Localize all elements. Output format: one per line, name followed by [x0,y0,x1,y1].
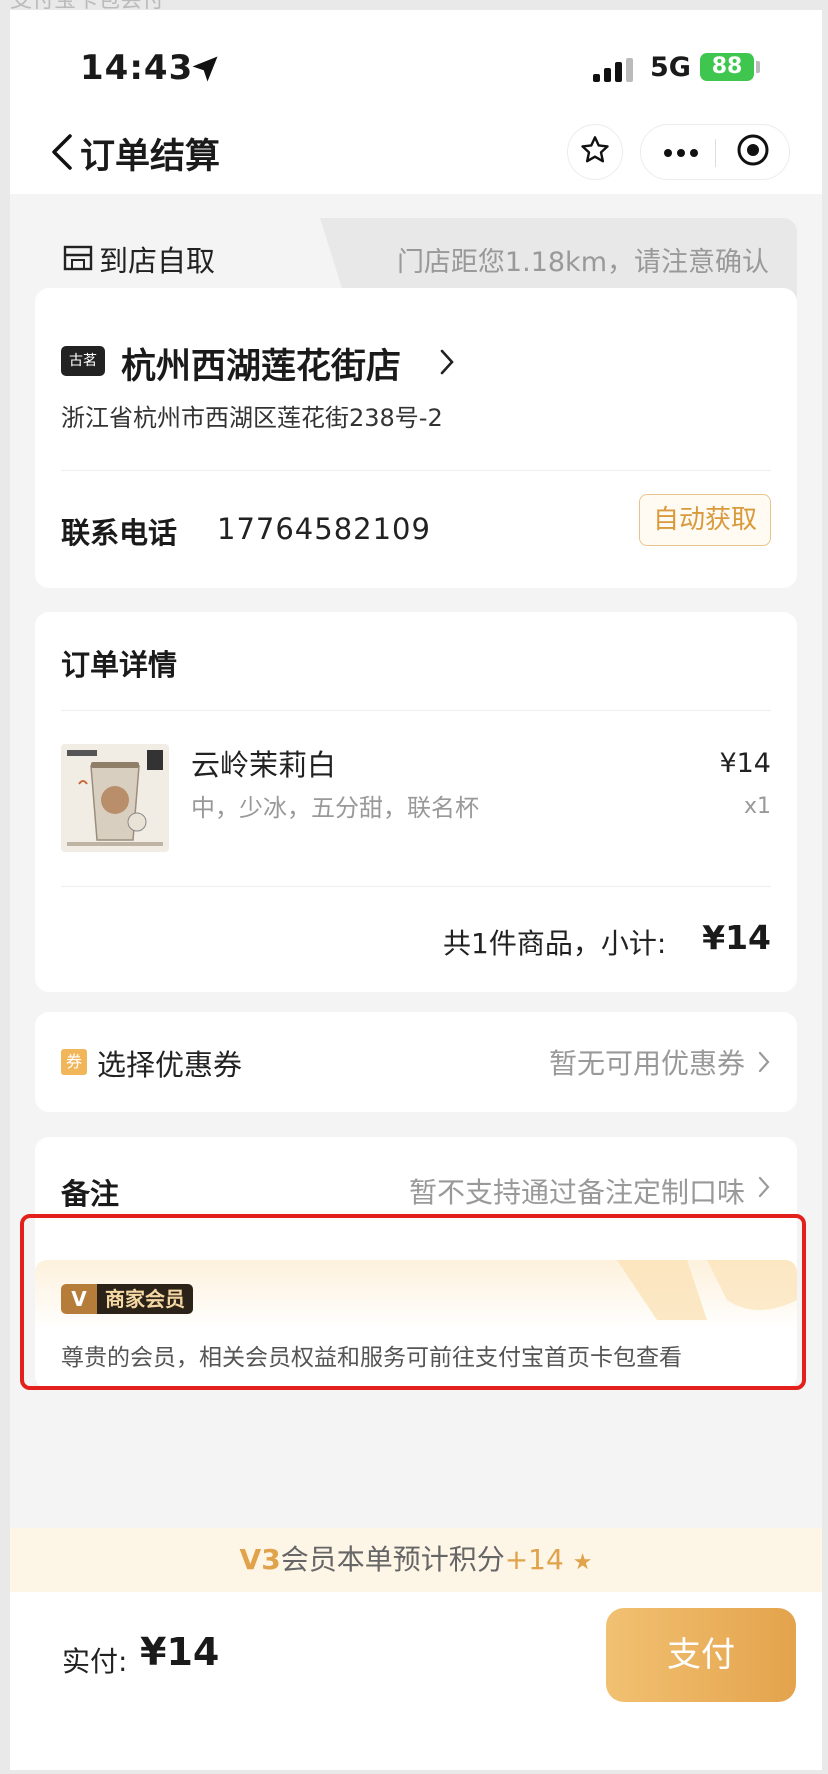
status-time: 14:43 [80,48,194,88]
page-title: 订单结算 [80,137,221,177]
coupon-icon: 券 [61,1049,87,1075]
divider [61,470,771,471]
store-icon [63,244,93,276]
pickup-label: 到店自取 [99,244,216,278]
store-card: 古茗 杭州西湖莲花街店 浙江省杭州市西湖区莲花街238号-2 联系电话 1776… [35,288,797,588]
star-icon: ★ [572,1550,593,1575]
subtotal-value: ¥14 [702,918,771,957]
phone-screen: 14:43 5G 88 订单结算 到店自取 门店距您1.18km，请注意确认 古… [10,10,822,1770]
more-button[interactable] [653,131,709,173]
miniapp-capsule [640,124,790,180]
product-spec: 中，少冰，五分甜，联名杯 [191,794,479,822]
phone-label: 联系电话 [61,516,178,550]
chevron-right-icon [757,1175,771,1203]
points-bar: V3会员本单预计积分+14 ★ [10,1528,822,1592]
status-bar: 14:43 5G 88 [10,10,822,110]
checkout-footer: 实付: ¥14 支付 [10,1592,822,1770]
favorite-button[interactable] [567,124,623,180]
member-v-icon: V [61,1284,97,1314]
nav-bar: 订单结算 [10,110,822,194]
product-image [61,744,169,852]
store-address: 浙江省杭州市西湖区莲花街238号-2 [61,404,443,432]
pay-amount: ¥14 [140,1630,220,1674]
back-button[interactable] [44,132,84,172]
points-text: 会员本单预计积分 [280,1543,505,1576]
coupon-row[interactable]: 券 选择优惠券 暂无可用优惠券 [35,1012,797,1112]
store-name[interactable]: 杭州西湖莲花街店 [121,338,401,389]
brand-logo: 古茗 [61,346,105,376]
network-type: 5G [650,52,691,83]
capsule-divider [715,139,716,167]
chevron-right-icon [757,1050,771,1078]
more-dots-icon [663,143,699,162]
points-value: +14 [504,1543,564,1576]
chevron-right-icon[interactable] [439,348,455,380]
order-card: 订单详情 云岭茉莉白 中，少冰，五分甜，联名杯 ¥14 x1 共1件商品，小计:… [35,612,797,992]
star-icon [579,134,611,170]
divider [61,710,771,711]
order-title: 订单详情 [61,648,178,682]
member-level: V3 [239,1543,281,1576]
pickup-tab[interactable]: 到店自取 [35,218,345,298]
battery-level: 88 [700,53,754,81]
pay-button[interactable]: 支付 [606,1608,796,1702]
member-badge-text: 商家会员 [97,1284,193,1314]
close-miniapp-button[interactable] [725,131,781,173]
distance-note: 门店距您1.18km，请注意确认 [396,247,769,278]
battery-tip [756,61,760,73]
pickup-header: 到店自取 门店距您1.18km，请注意确认 [35,218,797,298]
product-quantity: x1 [743,794,771,819]
remark-label: 备注 [61,1177,120,1211]
location-arrow-icon [190,54,220,88]
pay-label: 实付: [62,1645,128,1678]
subtotal-label: 共1件商品，小计: [443,927,667,960]
product-name: 云岭茉莉白 [191,748,337,782]
auto-fill-button[interactable]: 自动获取 [639,494,771,546]
divider [61,886,771,887]
remark-value: 暂不支持通过备注定制口味 [408,1176,745,1209]
member-note: 尊贵的会员，相关会员权益和服务可前往支付宝首页卡包查看 [61,1345,682,1371]
signal-icon [593,58,637,88]
phone-field[interactable]: 17764582109 [217,512,431,546]
member-badge: V 商家会员 [61,1284,193,1314]
member-card[interactable]: V 商家会员 尊贵的会员，相关会员权益和服务可前往支付宝首页卡包查看 [35,1260,797,1388]
product-price: ¥14 [719,748,771,779]
coupon-label: 选择优惠券 [97,1048,243,1082]
target-icon [736,133,770,171]
coupon-value: 暂无可用优惠券 [548,1047,745,1080]
